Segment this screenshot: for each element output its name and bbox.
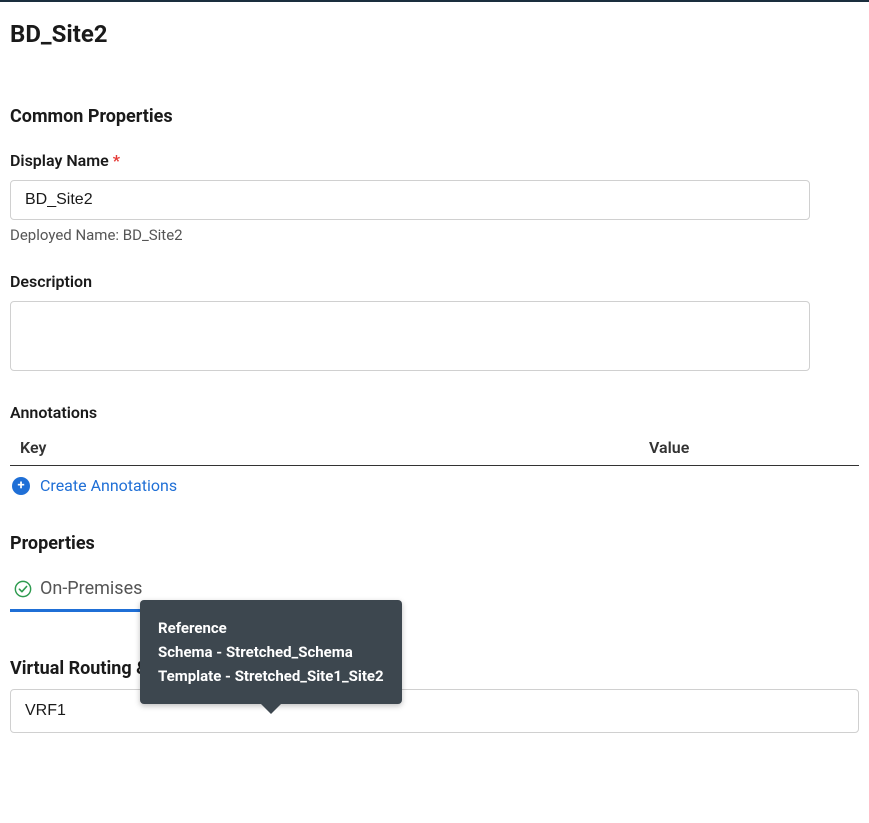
vrf-label-row: Virtual Routing & Forwarding * (10, 658, 859, 679)
properties-heading: Properties (10, 533, 859, 554)
create-annotations-button[interactable]: + Create Annotations (10, 466, 859, 505)
annotations-label: Annotations (10, 403, 859, 422)
tab-on-premises[interactable]: On-Premises (10, 570, 146, 612)
deployed-name-helper: Deployed Name: BD_Site2 (10, 226, 859, 244)
annotations-field: Annotations Key Value + Create Annotatio… (10, 403, 859, 505)
tab-on-premises-label: On-Premises (40, 578, 142, 599)
description-label: Description (10, 272, 859, 291)
deployed-name-prefix: Deployed Name: (10, 226, 123, 244)
create-annotations-label: Create Annotations (40, 476, 177, 495)
vrf-input[interactable] (10, 689, 859, 733)
tooltip-template-line: Template - Stretched_Site1_Site2 (158, 664, 384, 688)
annotations-table-header: Key Value (10, 432, 859, 466)
tooltip-title: Reference (158, 616, 384, 640)
page-title: BD_Site2 (0, 2, 869, 58)
display-name-input[interactable] (10, 180, 810, 220)
check-circle-icon (14, 580, 32, 598)
display-name-label: Display Name * (10, 151, 859, 170)
reference-tooltip: Reference Schema - Stretched_Schema Temp… (140, 600, 402, 704)
required-indicator: * (113, 151, 120, 170)
content-container: Common Properties Display Name * Deploye… (0, 106, 869, 733)
description-input[interactable] (10, 301, 810, 371)
annotations-col-key: Key (20, 438, 629, 457)
vrf-section: Virtual Routing & Forwarding * (10, 658, 859, 733)
plus-icon: + (12, 477, 30, 495)
common-properties-heading: Common Properties (10, 106, 859, 127)
display-name-label-text: Display Name (10, 151, 109, 170)
description-label-text: Description (10, 272, 92, 291)
tooltip-schema-line: Schema - Stretched_Schema (158, 640, 384, 664)
deployed-name-value: BD_Site2 (123, 226, 183, 244)
display-name-field: Display Name * Deployed Name: BD_Site2 (10, 151, 859, 244)
description-field: Description (10, 272, 859, 375)
properties-tabs: On-Premises (10, 570, 859, 612)
annotations-col-value: Value (649, 438, 849, 457)
